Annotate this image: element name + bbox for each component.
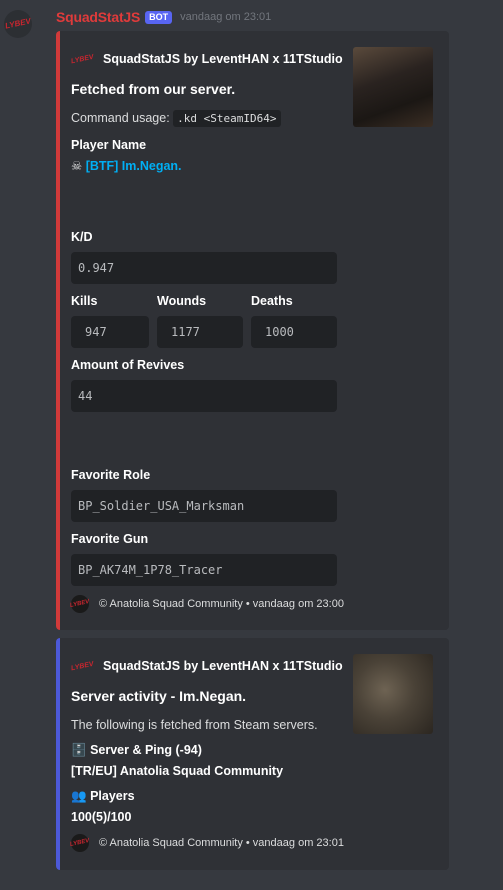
footer-text: © Anatolia Squad Community • vandaag om … [99,598,344,610]
footer-icon-logo: LYBEV [69,599,91,609]
footer-icon-logo: LYBEV [69,838,91,848]
player-name-field: ☠ [BTF] Im.Negan. [71,158,182,173]
skull-icon: ☠ [71,159,83,173]
embed-author-name: SquadStatJS by LeventHAN x 11TStudio [103,659,343,673]
author-icon: LYBEV [70,48,94,70]
command-code: .kd <SteamID64> [173,110,281,127]
embed-author: LYBEV SquadStatJS by LeventHAN x 11TStud… [70,48,343,70]
kills-value: 947 [71,316,149,348]
server-icon: 🗄️ [71,743,87,757]
message-timestamp: vandaag om 23:01 [180,11,272,23]
bot-avatar[interactable]: LYBEV [4,10,32,38]
author-icon-logo: LYBEV [70,660,94,672]
player-name-link[interactable]: [BTF] Im.Negan. [86,159,182,173]
players-field-label: 👥 Players [71,789,135,804]
player-name-label: Player Name [71,138,147,152]
kd-value: 0.947 [71,252,337,284]
message-header: SquadStatJS BOT vandaag om 23:01 [56,9,271,25]
embed-footer: LYBEV © Anatolia Squad Community • vanda… [69,834,344,852]
revives-value: 44 [71,380,337,412]
command-usage-label: Command usage: [71,111,170,125]
embed-footer: LYBEV © Anatolia Squad Community • vanda… [69,595,344,613]
player-stats-embed: LYBEV SquadStatJS by LeventHAN x 11TStud… [56,31,449,630]
embed-author: LYBEV SquadStatJS by LeventHAN x 11TStud… [70,655,343,677]
author-icon-logo: LYBEV [70,53,94,65]
server-name-value: [TR/EU] Anatolia Squad Community [71,764,284,778]
deaths-label: Deaths [251,294,293,308]
revives-label: Amount of Revives [71,358,185,372]
footer-text: © Anatolia Squad Community • vandaag om … [99,837,344,849]
embed-author-name: SquadStatJS by LeventHAN x 11TStudio [103,52,343,66]
embed-description: The following is fetched from Steam serv… [71,718,318,732]
bot-avatar-logo: LYBEV [4,16,32,31]
author-icon: LYBEV [70,655,94,677]
kd-label: K/D [71,230,93,244]
wounds-label: Wounds [157,294,207,308]
footer-icon: LYBEV [69,834,91,852]
players-label-text: Players [90,789,135,803]
players-icon: 👥 [71,789,87,803]
footer-icon: LYBEV [69,595,91,613]
kills-label: Kills [71,294,98,308]
map-thumbnail[interactable] [353,654,433,734]
server-activity-embed: LYBEV SquadStatJS by LeventHAN x 11TStud… [56,638,449,870]
favorite-role-value: BP_Soldier_USA_Marksman [71,490,337,522]
server-field-label: 🗄️ Server & Ping (-94) [71,743,202,758]
bot-username[interactable]: SquadStatJS [56,9,140,25]
favorite-gun-value: BP_AK74M_1P78_Tracer [71,554,337,586]
embed-title: Fetched from our server. [71,81,236,97]
command-usage: Command usage: .kd <SteamID64> [71,110,281,127]
embed-title: Server activity - Im.Negan. [71,688,247,704]
bot-tag: BOT [145,10,173,24]
embed-accent-bar [56,638,60,870]
deaths-value: 1000 [251,316,337,348]
player-thumbnail[interactable] [353,47,433,127]
wounds-value: 1177 [157,316,243,348]
favorite-role-label: Favorite Role [71,468,151,482]
embed-accent-bar [56,31,60,630]
server-label-text: Server & Ping (-94) [90,743,202,757]
players-value: 100(5)/100 [71,810,132,824]
favorite-gun-label: Favorite Gun [71,532,149,546]
